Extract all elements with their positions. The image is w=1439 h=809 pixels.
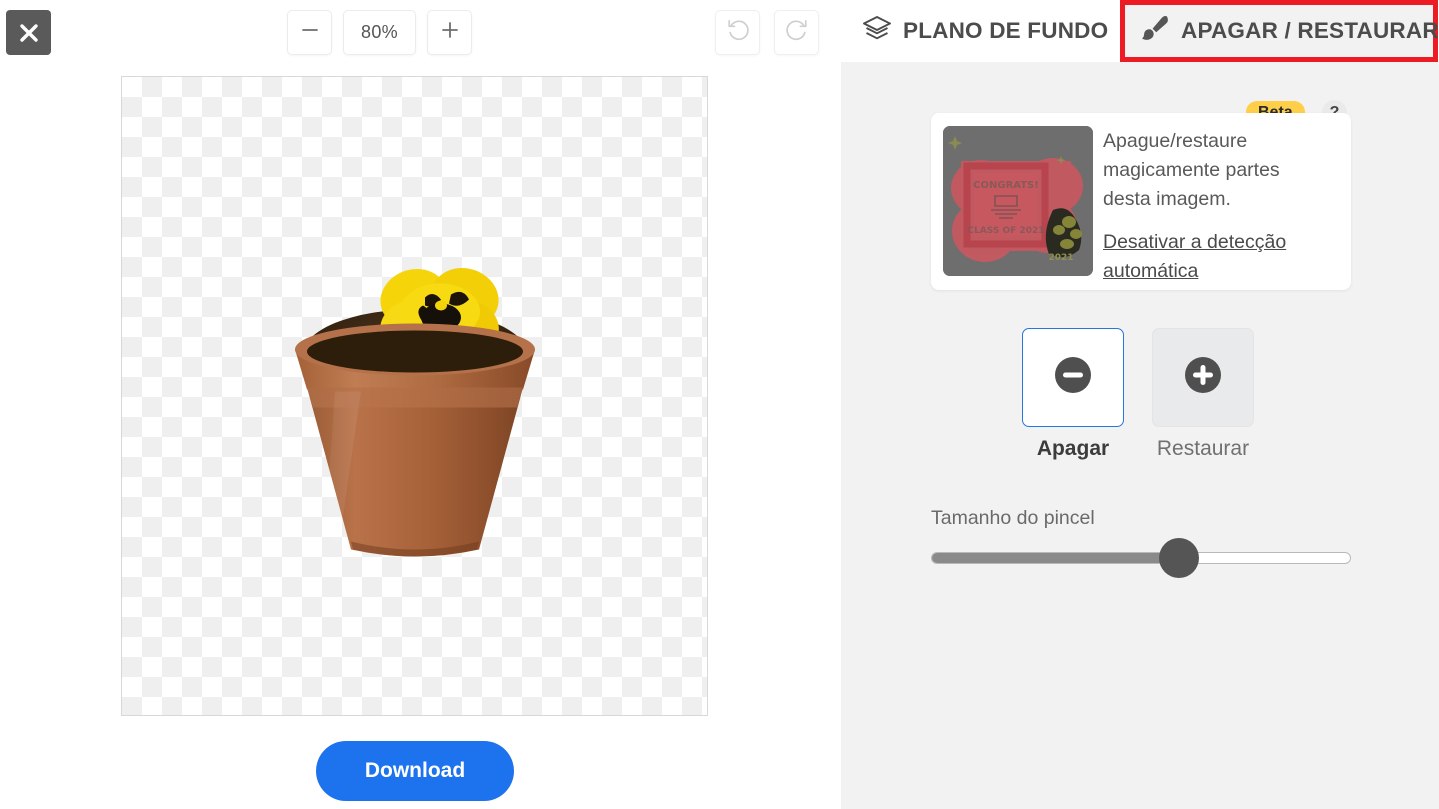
zoom-controls: 80% [287, 10, 472, 55]
slider-fill [932, 553, 1180, 563]
brush-size-slider[interactable] [931, 538, 1351, 578]
toggle-auto-detection-link[interactable]: Desativar a detecção automática [1103, 228, 1318, 286]
svg-text:CLASS OF 2021: CLASS OF 2021 [968, 226, 1045, 236]
brush-icon [1140, 13, 1170, 49]
tab-label: PLANO DE FUNDO [903, 18, 1109, 43]
layers-icon [862, 13, 892, 49]
editor-area: 80% Download [0, 0, 841, 809]
minus-icon [299, 19, 321, 46]
tab-label: APAGAR / RESTAURAR [1181, 18, 1439, 43]
history-controls [715, 10, 819, 55]
plus-circle-icon [1182, 354, 1224, 401]
undo-button[interactable] [715, 10, 760, 55]
close-icon [18, 22, 40, 44]
zoom-in-button[interactable] [427, 10, 472, 55]
panel-tabs: PLANO DE FUNDO APAGAR / RESTAURAR [841, 0, 1439, 62]
slider-thumb[interactable] [1158, 538, 1199, 578]
tools-panel: PLANO DE FUNDO APAGAR / RESTAURAR Beta ? [841, 0, 1439, 809]
mode-apagar[interactable]: Apagar [1022, 328, 1124, 461]
image-canvas[interactable] [121, 76, 708, 716]
canvas-image [265, 231, 565, 586]
brush-size-label: Tamanho do pincel [931, 507, 1095, 529]
undo-icon [725, 17, 751, 48]
redo-button[interactable] [774, 10, 819, 55]
mode-restaurar-label: Restaurar [1156, 437, 1250, 460]
download-button[interactable]: Download [316, 741, 514, 801]
tab-apagar-restaurar[interactable]: APAGAR / RESTAURAR [1127, 0, 1439, 62]
minus-circle-icon [1052, 354, 1094, 401]
info-description-block: Apague/restaure magicamente partes desta… [1103, 127, 1318, 286]
info-card: CONGRATS! CLASS OF 2021 2021 Apague/rest… [931, 113, 1351, 290]
svg-text:CONGRATS!: CONGRATS! [973, 180, 1039, 191]
image-editor-app: 80% Download PLANO DE FUNDO APAGAR / RES… [0, 0, 1439, 809]
close-button[interactable] [6, 10, 51, 55]
info-description: Apague/restaure magicamente partes desta… [1103, 130, 1280, 210]
mode-restaurar-box[interactable] [1152, 328, 1254, 427]
tab-plano-de-fundo[interactable]: PLANO DE FUNDO [849, 0, 1121, 62]
zoom-level-display[interactable]: 80% [343, 10, 416, 55]
plus-icon [439, 19, 461, 46]
mode-restaurar[interactable]: Restaurar [1152, 328, 1254, 461]
mode-apagar-box[interactable] [1022, 328, 1124, 427]
preview-thumbnail: CONGRATS! CLASS OF 2021 2021 [943, 126, 1093, 276]
zoom-out-button[interactable] [287, 10, 332, 55]
svg-text:2021: 2021 [1048, 253, 1073, 263]
mode-apagar-label: Apagar [1036, 437, 1110, 460]
brush-mode-group: Apagar Restaurar [1022, 328, 1254, 461]
redo-icon [784, 17, 810, 48]
